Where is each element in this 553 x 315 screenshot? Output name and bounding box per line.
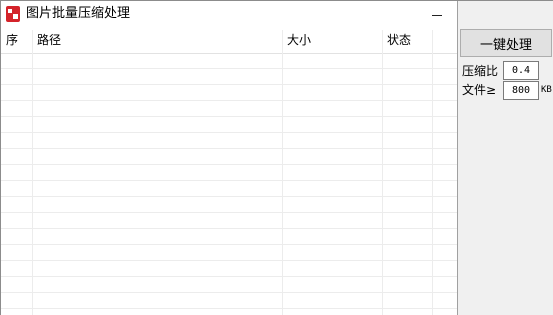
column-divider (282, 30, 283, 315)
column-divider (432, 30, 433, 315)
compression-ratio-input[interactable] (503, 61, 539, 80)
row-divider (1, 132, 457, 133)
process-all-button[interactable]: 一键处理 (460, 29, 552, 57)
row-divider (1, 180, 457, 181)
row-divider (1, 212, 457, 213)
file-size-threshold-input[interactable] (503, 81, 539, 100)
column-divider (382, 30, 383, 315)
row-divider (1, 148, 457, 149)
column-divider (32, 30, 33, 315)
row-divider (1, 260, 457, 261)
app-icon (6, 6, 20, 22)
file-list-table[interactable]: 序 路径 大小 状态 (1, 30, 457, 315)
window-title: 图片批量压缩处理 (26, 6, 131, 21)
control-panel: 一键处理 压缩比 文件≥ KB (457, 1, 553, 315)
row-divider (1, 164, 457, 165)
row-divider (1, 116, 457, 117)
file-size-threshold-label: 文件≥ (462, 83, 497, 97)
column-header-index[interactable]: 序 (1, 30, 32, 50)
row-divider (1, 84, 457, 85)
row-divider (1, 196, 457, 197)
compression-ratio-label: 压缩比 (462, 64, 499, 78)
column-header-size[interactable]: 大小 (282, 30, 382, 50)
row-divider (1, 100, 457, 101)
row-divider (1, 68, 457, 69)
minimize-button[interactable] (414, 1, 460, 30)
minimize-icon (432, 15, 442, 16)
file-size-unit-label: KB (541, 85, 552, 95)
app-window: 图片批量压缩处理 ✕ 序 路径 大小 状态 一键处理 压缩比 文件≥ KB (0, 0, 553, 315)
header-divider (1, 53, 457, 54)
row-divider (1, 308, 457, 309)
column-header-status[interactable]: 状态 (382, 30, 432, 50)
table-header: 序 路径 大小 状态 (1, 30, 457, 50)
row-divider (1, 276, 457, 277)
row-divider (1, 244, 457, 245)
row-divider (1, 228, 457, 229)
column-header-path[interactable]: 路径 (32, 30, 282, 50)
row-divider (1, 292, 457, 293)
